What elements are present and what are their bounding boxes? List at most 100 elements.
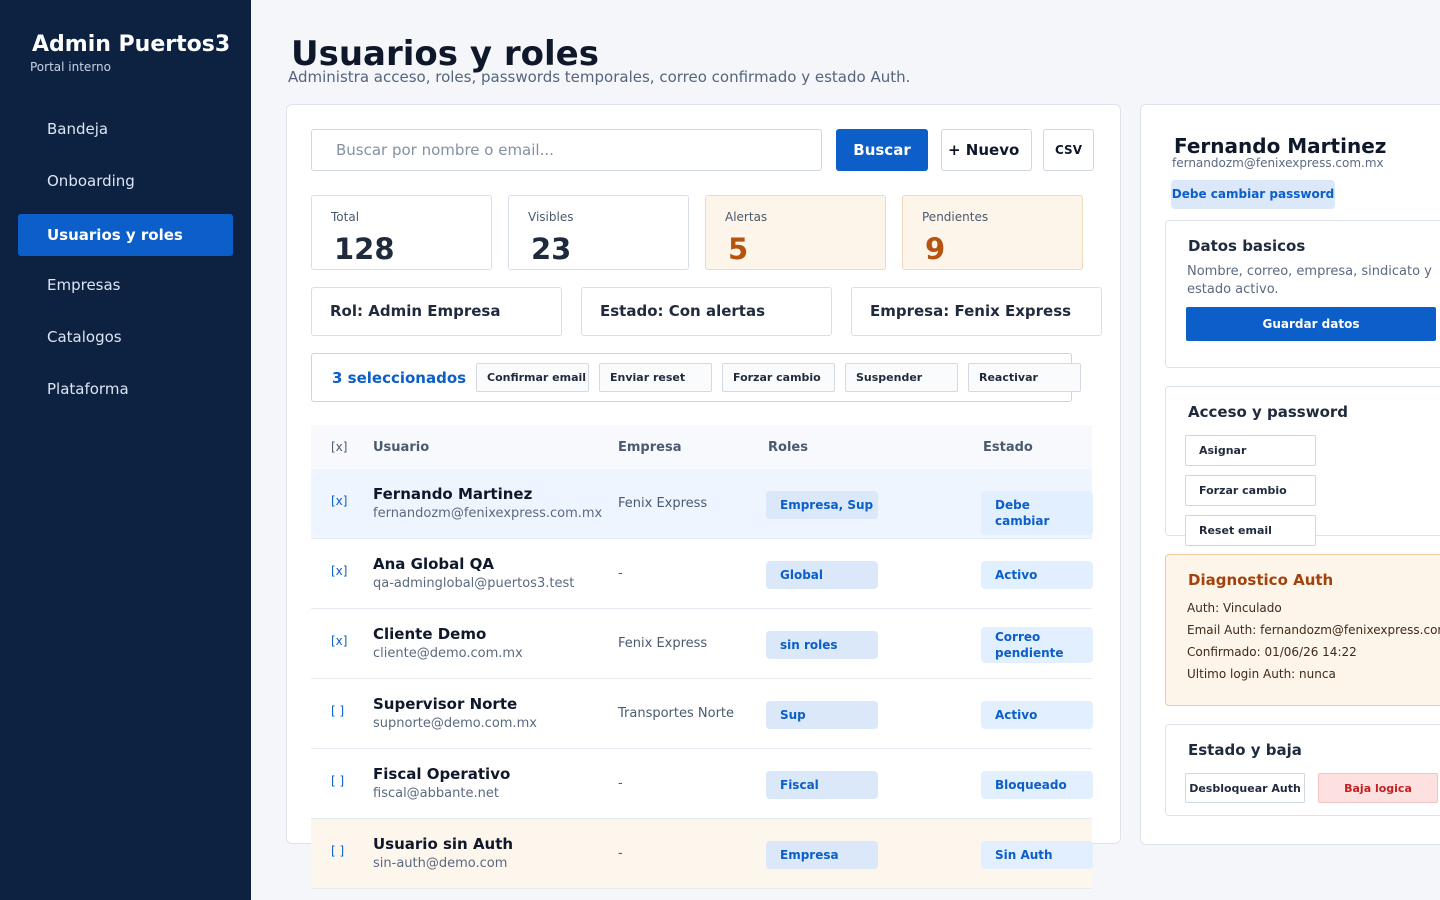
stat-value: 128 <box>334 232 395 266</box>
stat-label: Alertas <box>725 210 768 224</box>
column-header-user[interactable]: Usuario <box>373 440 429 455</box>
user-email: supnorte@demo.com.mx <box>373 716 537 731</box>
row-checkbox[interactable]: [x] <box>331 634 347 648</box>
role-badge[interactable]: Empresa, Sup <box>766 491 878 519</box>
status-badge: Sin Auth <box>981 841 1093 869</box>
user-name: Supervisor Norte <box>373 695 518 713</box>
status-badge: Activo <box>981 561 1093 589</box>
role-badge[interactable]: Fiscal <box>766 771 878 799</box>
sidebar-item-usuarios-y-roles[interactable]: Usuarios y roles <box>18 214 233 256</box>
status-badge: Bloqueado <box>981 771 1093 799</box>
auth-confirmed: Confirmado: 01/06/26 14:22 <box>1187 645 1357 659</box>
row-checkbox[interactable]: [ ] <box>331 774 344 788</box>
panel-description: Nombre, correo, empresa, sindicato y est… <box>1187 264 1432 297</box>
role-badge[interactable]: Empresa <box>766 841 878 869</box>
table-header: [x] Usuario Empresa Roles Estado <box>311 425 1092 469</box>
stat-pendientes: Pendientes 9 <box>902 195 1083 270</box>
user-company: Fenix Express <box>618 636 708 651</box>
user-company: - <box>618 776 623 791</box>
table-row[interactable]: [ ] Usuario sin Auth sin-auth@demo.com -… <box>311 819 1093 889</box>
sidebar-item-catalogos[interactable]: Catalogos <box>18 316 233 358</box>
filter-company[interactable]: Empresa: Fenix Express <box>851 287 1102 336</box>
user-company: - <box>618 566 623 581</box>
auth-email: Email Auth: fernandozm@fenixexpress.com.… <box>1187 623 1440 637</box>
search-input[interactable] <box>311 129 822 171</box>
stat-visibles: Visibles 23 <box>508 195 689 270</box>
assign-password-button[interactable]: Asignar <box>1185 435 1316 466</box>
access-password-panel: Acceso y password Asignar Forzar cambio … <box>1165 386 1440 546</box>
auth-diagnostic-panel: Diagnostico Auth Auth: Vinculado Email A… <box>1165 554 1440 706</box>
force-change-button[interactable]: Forzar cambio <box>722 363 835 392</box>
status-badge: Debe cambiar <box>981 491 1093 535</box>
user-email: sin-auth@demo.com <box>373 856 508 871</box>
table-row[interactable]: [ ] Fiscal Operativo fiscal@abbante.net … <box>311 749 1093 819</box>
user-name: Ana Global QA <box>373 555 494 573</box>
user-email: qa-adminglobal@puertos3.test <box>373 576 575 591</box>
new-user-button[interactable]: + Nuevo <box>941 129 1032 171</box>
users-table: [x] Usuario Empresa Roles Estado [x] Fer… <box>311 425 1093 890</box>
send-reset-button[interactable]: Enviar reset <box>599 363 712 392</box>
filter-state[interactable]: Estado: Con alertas <box>581 287 832 336</box>
logical-delete-button[interactable]: Baja logica <box>1318 773 1438 803</box>
stat-total: Total 128 <box>311 195 492 270</box>
confirm-email-button[interactable]: Confirmar email <box>476 363 589 392</box>
status-badge: Activo <box>981 701 1093 729</box>
detail-user-name: Fernando Martinez <box>1174 134 1387 158</box>
user-name: Cliente Demo <box>373 625 487 643</box>
detail-user-email: fernandozm@fenixexpress.com.mx <box>1172 156 1384 170</box>
reset-email-button[interactable]: Reset email <box>1185 515 1316 546</box>
status-badge: Debe cambiar password <box>1171 180 1335 209</box>
force-change-password-button[interactable]: Forzar cambio <box>1185 475 1316 506</box>
role-badge[interactable]: Global <box>766 561 878 589</box>
save-data-button[interactable]: Guardar datos <box>1186 307 1436 341</box>
role-badge[interactable]: Sup <box>766 701 878 729</box>
selected-count: 3 seleccionados <box>332 369 467 387</box>
stat-value: 5 <box>728 232 749 266</box>
select-all-checkbox[interactable]: [x] <box>331 440 347 454</box>
role-badge[interactable]: sin roles <box>766 631 878 659</box>
auth-link-status: Auth: Vinculado <box>1187 601 1282 615</box>
sidebar-item-bandeja[interactable]: Bandeja <box>18 108 233 150</box>
stat-alertas: Alertas 5 <box>705 195 886 270</box>
user-company: Transportes Norte <box>618 706 735 721</box>
row-checkbox[interactable]: [x] <box>331 494 347 508</box>
table-row[interactable]: [x] Ana Global QA qa-adminglobal@puertos… <box>311 539 1093 609</box>
user-name: Usuario sin Auth <box>373 835 514 853</box>
table-row[interactable]: [x] Fernando Martinez fernandozm@fenixex… <box>311 469 1093 539</box>
sidebar-item-onboarding[interactable]: Onboarding <box>18 160 233 202</box>
stat-label: Total <box>331 210 360 224</box>
panel-title: Acceso y password <box>1188 403 1349 421</box>
csv-export-button[interactable]: CSV <box>1043 129 1094 171</box>
panel-title: Datos basicos <box>1188 237 1306 255</box>
brand-subtitle: Portal interno <box>30 60 111 74</box>
panel-title: Estado y baja <box>1188 741 1302 759</box>
column-header-state[interactable]: Estado <box>983 440 1033 455</box>
stat-label: Visibles <box>528 210 574 224</box>
stat-value: 23 <box>531 232 572 266</box>
search-button[interactable]: Buscar <box>836 129 928 171</box>
sidebar-item-empresas[interactable]: Empresas <box>18 264 233 306</box>
suspend-button[interactable]: Suspender <box>845 363 958 392</box>
stat-label: Pendientes <box>922 210 989 224</box>
sidebar-item-plataforma[interactable]: Plataforma <box>18 368 233 410</box>
user-name: Fiscal Operativo <box>373 765 511 783</box>
user-company: Fenix Express <box>618 496 708 511</box>
basic-data-panel: Datos basicos Nombre, correo, empresa, s… <box>1165 220 1440 368</box>
table-row[interactable]: [ ] Supervisor Norte supnorte@demo.com.m… <box>311 679 1093 749</box>
unlock-auth-button[interactable]: Desbloquear Auth <box>1185 773 1305 803</box>
reactivate-button[interactable]: Reactivar <box>968 363 1081 392</box>
status-badge: Correo pendiente <box>981 627 1093 663</box>
column-header-roles[interactable]: Roles <box>768 440 808 455</box>
user-name: Fernando Martinez <box>373 485 533 503</box>
brand-title: Admin Puertos3 <box>32 32 231 57</box>
row-checkbox[interactable]: [ ] <box>331 704 344 718</box>
row-checkbox[interactable]: [x] <box>331 564 347 578</box>
column-header-company[interactable]: Empresa <box>618 440 681 455</box>
user-email: cliente@demo.com.mx <box>373 646 523 661</box>
row-checkbox[interactable]: [ ] <box>331 844 344 858</box>
bulk-actions-bar: 3 seleccionados Confirmar email Enviar r… <box>311 353 1081 402</box>
table-row[interactable]: [x] Cliente Demo cliente@demo.com.mx Fen… <box>311 609 1093 679</box>
user-email: fernandozm@fenixexpress.com.mx <box>373 506 603 521</box>
auth-last-login: Ultimo login Auth: nunca <box>1187 667 1336 681</box>
filter-role[interactable]: Rol: Admin Empresa <box>311 287 562 336</box>
